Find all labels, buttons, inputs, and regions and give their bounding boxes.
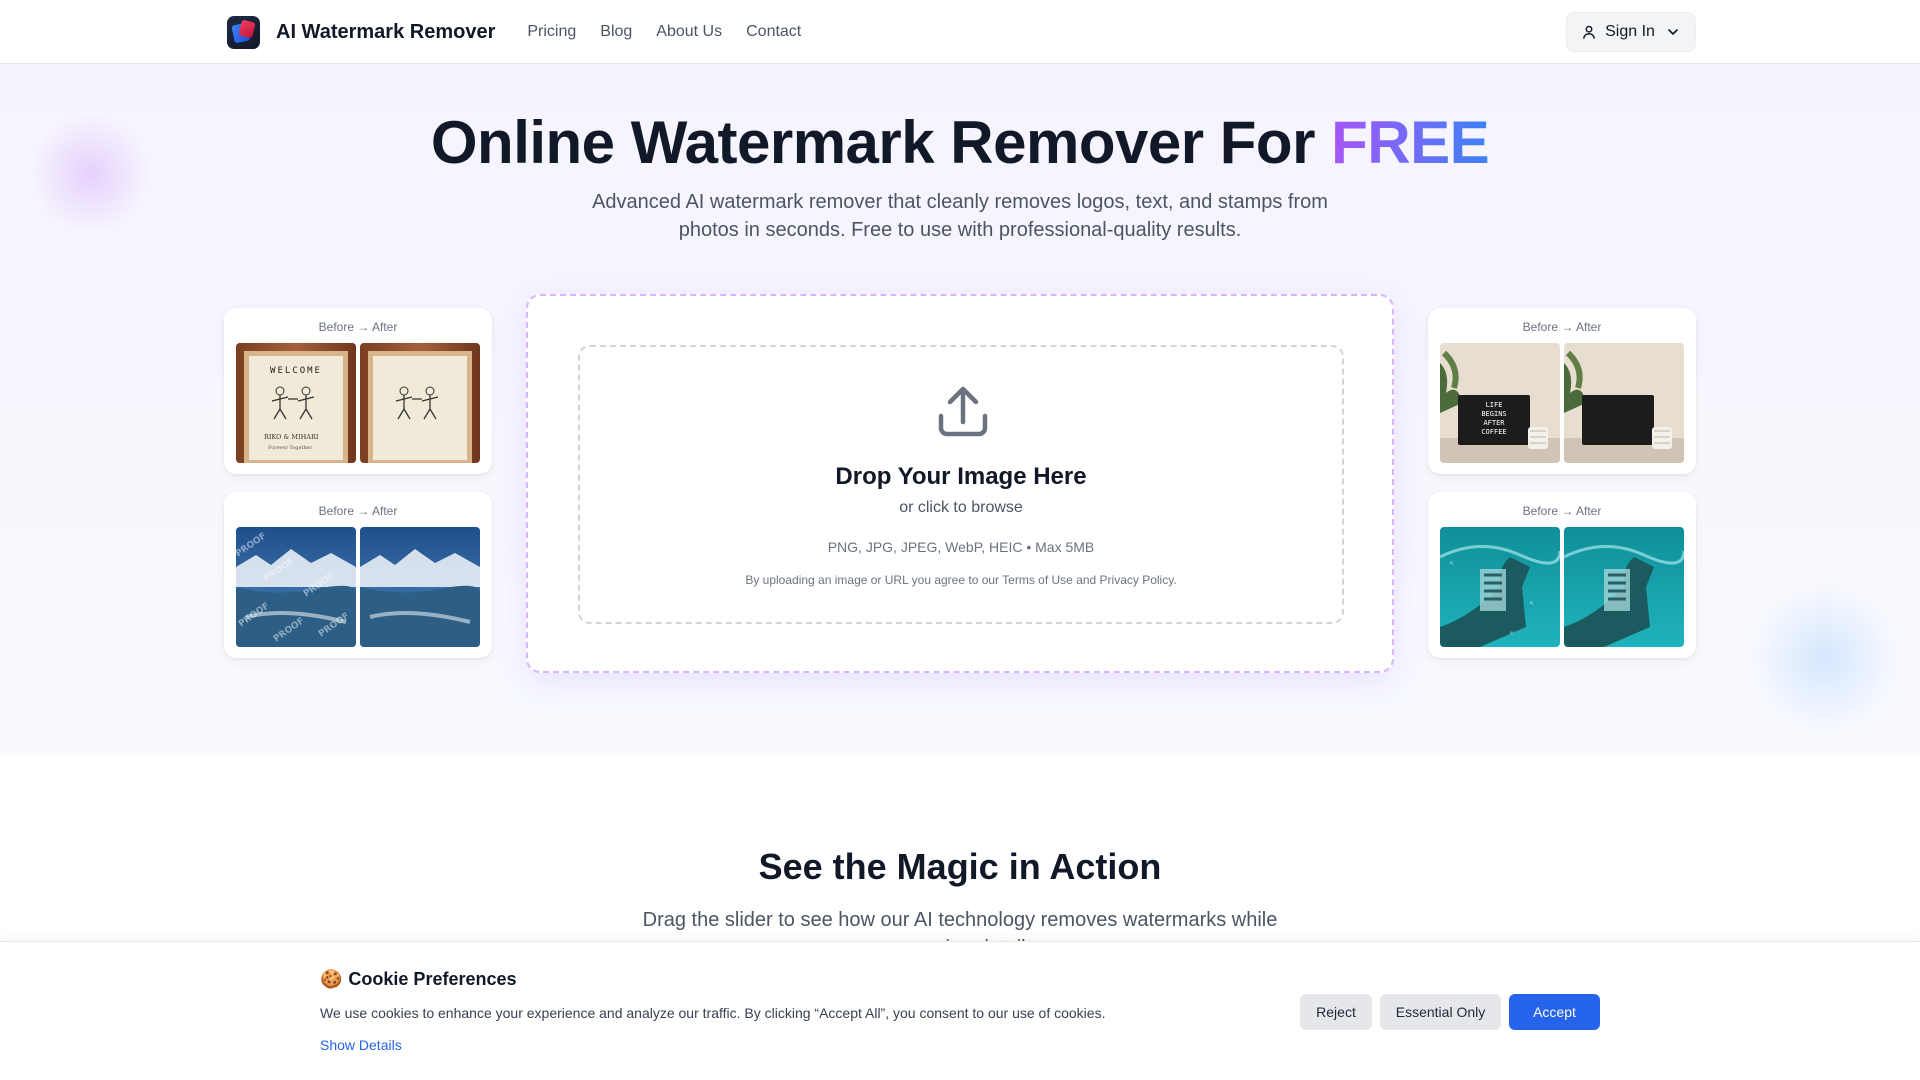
brand-name[interactable]: AI Watermark Remover [276, 21, 495, 44]
example-card-coffee-letterboard[interactable]: Before → After LIFE BEGINS AFTER COFFEE [1428, 308, 1696, 474]
essential-only-button[interactable]: Essential Only [1380, 994, 1501, 1030]
example-card-welcome-sign[interactable]: Before → After WELCOME RIKO & MIHARI For… [224, 308, 492, 474]
user-icon [1581, 24, 1597, 40]
cookie-title-text: Cookie Preferences [348, 969, 517, 989]
dropzone-title: Drop Your Image Here [835, 463, 1087, 490]
svg-text:COFFEE: COFFEE [1481, 428, 1506, 436]
nav-link-contact[interactable]: Contact [746, 23, 801, 41]
example-after-image [1564, 343, 1684, 463]
svg-text:Forever Together: Forever Together [268, 445, 313, 451]
svg-text:RIKO & MIHARI: RIKO & MIHARI [264, 433, 319, 441]
example-caption: Before → After [1522, 504, 1602, 518]
accept-button[interactable]: Accept [1509, 994, 1600, 1030]
brand-logo-icon[interactable] [227, 15, 260, 49]
sign-in-button[interactable]: Sign In [1566, 12, 1696, 52]
example-after-image [1564, 527, 1684, 647]
dropzone-legal-notice: By uploading an image or URL you agree t… [745, 573, 1177, 587]
chevron-down-icon [1665, 24, 1681, 40]
show-details-link[interactable]: Show Details [320, 1037, 402, 1053]
decorative-blob-blue [1750, 584, 1900, 734]
reject-button[interactable]: Reject [1300, 994, 1372, 1030]
hero-title-main: Online Watermark Remover For [430, 109, 1332, 176]
cookie-title: 🍪 Cookie Preferences [320, 969, 517, 990]
dropzone-formats: PNG, JPG, JPEG, WebP, HEIC • Max 5MB [827, 539, 1095, 555]
logo-tile-red [238, 19, 256, 38]
example-card-underwater[interactable]: Before → After ✦ ✦ ✦ [1428, 492, 1696, 658]
hero-title-accent: FREE [1331, 109, 1490, 176]
example-before-image: PROOF PROOF PROOF PROOF PROOF PROOF [236, 527, 356, 647]
cookie-banner: 🍪 Cookie Preferences We use cookies to en… [0, 941, 1920, 1080]
example-before-image: LIFE BEGINS AFTER COFFEE [1440, 343, 1560, 463]
example-before-image: WELCOME RIKO & MIHARI Forever Together [236, 343, 356, 463]
example-before-image: ✦ ✦ ✦ [1440, 527, 1560, 647]
main-nav: Pricing Blog About Us Contact [527, 23, 825, 41]
hero-subtitle: Advanced AI watermark remover that clean… [592, 191, 1328, 241]
svg-text:BEGINS: BEGINS [1481, 410, 1506, 418]
site-header: AI Watermark Remover Pricing Blog About … [0, 0, 1920, 64]
example-caption: Before → After [318, 504, 398, 518]
example-after-image [360, 343, 480, 463]
image-dropzone[interactable]: Drop Your Image Here or click to browse … [578, 345, 1344, 624]
example-caption: Before → After [1522, 320, 1602, 334]
nav-link-pricing[interactable]: Pricing [527, 23, 576, 41]
example-caption: Before → After [318, 320, 398, 334]
dropzone-browse-text: or click to browse [899, 499, 1023, 516]
example-after-image [360, 527, 480, 647]
header-inner: AI Watermark Remover Pricing Blog About … [227, 0, 1696, 64]
svg-text:LIFE: LIFE [1486, 401, 1503, 409]
cookie-icon: 🍪 [320, 969, 343, 989]
upload-icon [933, 382, 993, 442]
hero-title: Online Watermark Remover For FREE [0, 108, 1920, 177]
hero-section: Online Watermark Remover For FREE Advanc… [0, 64, 1920, 753]
svg-text:AFTER: AFTER [1483, 419, 1505, 427]
nav-link-blog[interactable]: Blog [600, 23, 632, 41]
svg-text:WELCOME: WELCOME [270, 366, 322, 376]
magic-section-title: See the Magic in Action [758, 846, 1162, 887]
cookie-description: We use cookies to enhance your experienc… [320, 1005, 1106, 1021]
upload-panel: Drop Your Image Here or click to browse … [526, 294, 1394, 673]
nav-link-about-us[interactable]: About Us [656, 23, 722, 41]
sign-in-label: Sign In [1605, 23, 1655, 40]
example-card-aerial-mountains[interactable]: Before → After PROOF PROOF PROOF PROOF P… [224, 492, 492, 658]
